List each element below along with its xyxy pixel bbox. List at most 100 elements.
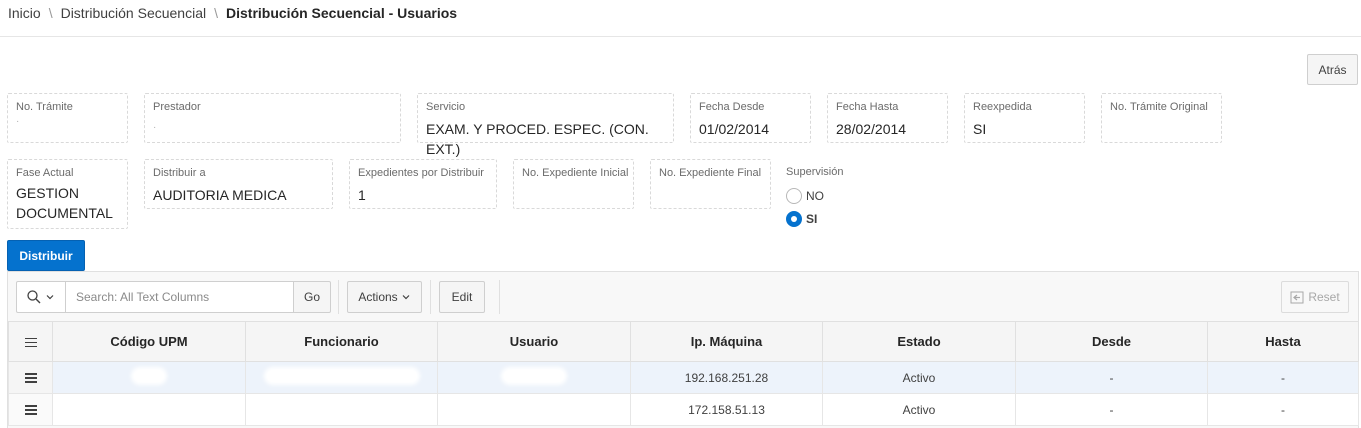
field-label: Fecha Desde [699,101,765,113]
cell-hasta[interactable]: - [1207,393,1359,426]
redacted-value [134,370,164,382]
toolbar-divider [430,280,431,314]
redacted-value [504,370,564,382]
field-no-expediente-final[interactable]: No. Expediente Final [650,159,771,209]
toolbar-divider [499,280,500,314]
cell-codigo-upm[interactable] [52,361,246,394]
cell-hasta[interactable]: - [1207,361,1359,394]
field-label: No. Expediente Inicial [522,167,629,179]
column-header-codigo-upm[interactable]: Código UPM [52,321,246,362]
column-header-usuario[interactable]: Usuario [437,321,631,362]
cell-estado[interactable]: Activo [822,393,1016,426]
field-servicio[interactable]: Servicio EXAM. Y PROCED. ESPEC. (CON. EX… [417,93,674,157]
cell-usuario[interactable] [437,393,631,426]
interactive-grid: Go Actions Edit Reset Código UPM Funcion… [7,271,1359,428]
search-group: Go [16,281,331,313]
cell-usuario[interactable] [437,361,631,394]
actions-menu-button[interactable]: Actions [347,281,422,313]
field-value: 1 [358,187,366,203]
radio-no[interactable]: NO [786,188,824,204]
grid-toolbar: Go Actions Edit Reset [8,272,1358,322]
field-value-line: DOCUMENTAL [16,205,113,221]
distribute-button[interactable]: Distribuir [7,240,85,271]
hamburger-icon [24,337,37,348]
cell-ip-maquina[interactable]: 192.168.251.28 [630,361,823,394]
column-header-estado[interactable]: Estado [822,321,1016,362]
field-expedientes-por-distribuir[interactable]: Expedientes por Distribuir 1 [349,159,497,209]
field-value-line: GESTION [16,185,80,201]
hamburger-icon [24,405,37,415]
reset-button[interactable]: Reset [1281,281,1349,313]
field-fecha-hasta[interactable]: Fecha Hasta 28/02/2014 [827,93,948,143]
field-label: Fase Actual [16,167,74,179]
radio-label: NO [806,189,824,203]
chevron-down-icon [46,295,54,300]
cell-codigo-upm[interactable] [52,393,246,426]
field-value: 01/02/2014 [699,121,770,137]
field-label: No. Trámite [16,101,73,113]
go-button[interactable]: Go [294,281,331,313]
table-row[interactable]: 172.158.51.13 Activo - - [8,393,1359,426]
chevron-down-icon [402,295,410,300]
field-label: Reexpedida [973,101,1032,113]
column-header-desde[interactable]: Desde [1015,321,1208,362]
back-button[interactable]: Atrás [1307,54,1358,85]
column-header-ip-maquina[interactable]: Ip. Máquina [630,321,823,362]
field-label: No. Expediente Final [659,167,762,179]
edit-button[interactable]: Edit [439,281,485,313]
column-header-funcionario[interactable]: Funcionario [245,321,438,362]
field-label: No. Trámite Original [1110,101,1208,113]
cell-estado[interactable]: Activo [822,361,1016,394]
supervision-radio-group: Supervisión NO SI [778,159,878,229]
search-input[interactable] [66,281,294,313]
field-fase-actual[interactable]: Fase Actual GESTION DOCUMENTAL [7,159,128,229]
grid-header-row: Código UPM Funcionario Usuario Ip. Máqui… [8,321,1359,362]
breadcrumb: Inicio \ Distribución Secuencial \ Distr… [8,5,457,21]
grid-table: Código UPM Funcionario Usuario Ip. Máqui… [8,321,1359,426]
field-no-expediente-inicial[interactable]: No. Expediente Inicial [513,159,634,209]
header-divider [0,36,1361,37]
search-column-button[interactable] [16,281,66,313]
field-label: Distribuir a [153,167,206,179]
field-value: 28/02/2014 [836,121,907,137]
field-no-tramite-original[interactable]: No. Trámite Original [1101,93,1222,143]
cell-funcionario[interactable] [245,361,438,394]
field-label: Servicio [426,101,466,113]
field-distribuir-a[interactable]: Distribuir a AUDITORIA MEDICA [144,159,333,209]
field-label: Expedientes por Distribuir [358,167,484,179]
field-no-tramite[interactable]: No. Trámite · [7,93,128,143]
table-row[interactable]: 192.168.251.28 Activo - - [8,361,1359,394]
radio-circle-icon [786,188,802,204]
radio-si[interactable]: SI [786,211,817,227]
cell-desde[interactable]: - [1015,361,1208,394]
field-prestador[interactable]: Prestador · [144,93,401,143]
field-value: SI [973,121,987,137]
breadcrumb-current: Distribución Secuencial - Usuarios [226,5,458,21]
field-value: GESTION DOCUMENTAL [16,183,113,223]
reset-icon [1290,291,1304,303]
hamburger-icon [24,373,37,383]
row-actions-cell[interactable] [8,393,53,426]
field-label: Fecha Hasta [836,101,899,113]
breadcrumb-item-inicio[interactable]: Inicio [8,5,41,21]
column-header-hasta[interactable]: Hasta [1207,321,1359,362]
field-reexpedida[interactable]: Reexpedida SI [964,93,1085,143]
cell-funcionario[interactable] [245,393,438,426]
radio-label: SI [806,212,818,226]
cell-desde[interactable]: - [1015,393,1208,426]
row-actions-header[interactable] [8,321,53,362]
row-actions-cell[interactable] [8,361,53,394]
toolbar-divider [338,280,339,314]
empty-value-marker: · [16,116,20,127]
field-value: AUDITORIA MEDICA [153,187,287,203]
reset-label: Reset [1308,290,1340,304]
supervision-label: Supervisión [786,166,844,178]
radio-selected-icon [786,211,802,227]
field-fecha-desde[interactable]: Fecha Desde 01/02/2014 [690,93,811,143]
actions-label: Actions [358,290,398,304]
breadcrumb-separator: \ [48,5,53,21]
empty-value-marker: · [153,122,157,133]
cell-ip-maquina[interactable]: 172.158.51.13 [630,393,823,426]
field-value: EXAM. Y PROCED. ESPEC. (CON. EXT.) [426,121,649,157]
breadcrumb-item-distribucion[interactable]: Distribución Secuencial [61,5,207,21]
